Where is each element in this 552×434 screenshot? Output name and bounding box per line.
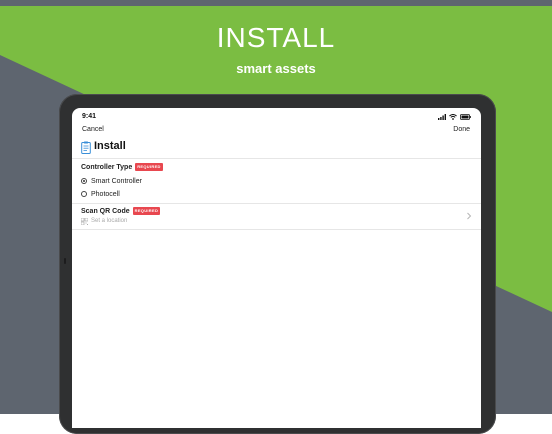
- navigation-bar: Cancel Done: [72, 124, 481, 138]
- status-bar: 9:41: [72, 108, 481, 124]
- radio-label: Photocell: [91, 190, 120, 198]
- required-badge: REQUIRED: [132, 207, 161, 215]
- section-divider: [72, 229, 481, 230]
- hero-subtitle: smart assets: [236, 61, 316, 76]
- radio-smart-controller[interactable]: Smart Controller: [81, 176, 142, 186]
- done-button[interactable]: Done: [453, 126, 470, 133]
- app-screen: 9:41 Cancel Done Install Controller Type…: [72, 108, 481, 428]
- radio-photocell[interactable]: Photocell: [81, 189, 120, 199]
- required-badge: REQUIRED: [135, 163, 163, 171]
- status-time: 9:41: [82, 113, 97, 120]
- wifi-icon: [449, 114, 457, 120]
- header-divider: [72, 158, 481, 159]
- signal-icon: [438, 114, 446, 120]
- clipboard-icon: [81, 141, 91, 154]
- scan-qr-label: Scan QR Code REQUIRED: [81, 207, 161, 215]
- qr-code-icon: [81, 217, 88, 225]
- status-icons: [438, 113, 471, 121]
- location-placeholder: Set a location: [91, 218, 128, 224]
- radio-button[interactable]: [81, 191, 87, 197]
- battery-icon: [460, 114, 471, 120]
- cancel-button[interactable]: Cancel: [82, 126, 104, 133]
- radio-label: Smart Controller: [91, 177, 142, 185]
- controller-type-text: Controller Type: [81, 163, 133, 171]
- hero-title: INSTALL: [216, 22, 336, 53]
- chevron-right-icon[interactable]: [466, 212, 472, 220]
- radio-button-checked[interactable]: [81, 178, 87, 184]
- page-header: Install: [72, 139, 481, 157]
- scan-qr-field[interactable]: Set a location: [81, 216, 127, 226]
- controller-type-label: Controller Type REQUIRED: [81, 163, 163, 171]
- scan-qr-text: Scan QR Code: [81, 207, 130, 215]
- page-title: Install: [94, 140, 126, 152]
- volume-button: [64, 258, 66, 264]
- section-divider: [72, 203, 481, 204]
